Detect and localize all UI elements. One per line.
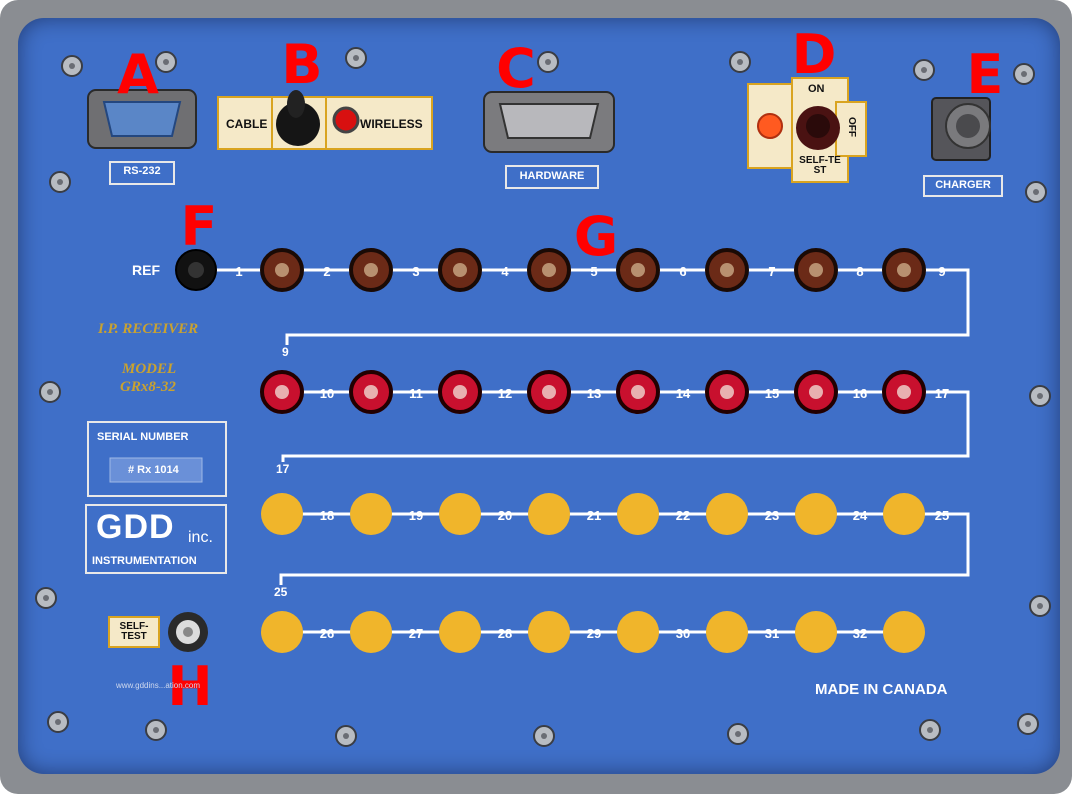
pad-label-19: 19 xyxy=(408,508,424,523)
instrumentation-label: INSTRUMENTATION xyxy=(92,555,197,567)
power-led xyxy=(757,113,783,139)
hardware-connector xyxy=(483,91,615,153)
callout-a: A xyxy=(117,43,159,106)
pad-label-23: 23 xyxy=(764,508,780,523)
pad-label-27: 27 xyxy=(408,626,424,641)
self-test-button-label: SELF-TEST xyxy=(108,616,160,648)
pad-24[interactable] xyxy=(795,493,837,535)
pad-label-24: 24 xyxy=(852,508,868,523)
jack-label-12: 12 xyxy=(497,386,513,401)
pad-18[interactable] xyxy=(261,493,303,535)
jack-label-13: 13 xyxy=(586,386,602,401)
pad-27[interactable] xyxy=(350,611,392,653)
pad-23[interactable] xyxy=(706,493,748,535)
callout-e: E xyxy=(966,43,1004,106)
jack-label-17: 17 xyxy=(934,386,950,401)
callout-c: C xyxy=(496,37,536,100)
jack-label-2: 2 xyxy=(323,264,331,279)
pad-28[interactable] xyxy=(439,611,481,653)
pad-label-18: 18 xyxy=(319,508,335,523)
jack-label-1: 1 xyxy=(235,264,243,279)
pad-label-26: 26 xyxy=(319,626,335,641)
on-label: ON xyxy=(808,83,825,95)
pad-20[interactable] xyxy=(439,493,481,535)
pad-label-32: 32 xyxy=(852,626,868,641)
pad-label-21: 21 xyxy=(586,508,602,523)
pad-end[interactable] xyxy=(883,611,925,653)
pad-30[interactable] xyxy=(617,611,659,653)
callout-f: F xyxy=(180,195,218,258)
pad-label-20: 20 xyxy=(497,508,513,523)
pad-label-22: 22 xyxy=(675,508,691,523)
callout-g: G xyxy=(573,205,619,268)
pad-21[interactable] xyxy=(528,493,570,535)
jack-label-9: 9 xyxy=(938,264,946,279)
pad-26[interactable] xyxy=(261,611,303,653)
jack-label-10: 10 xyxy=(319,386,335,401)
receiver-photo: A B C D E F G H RS-232 HARDWARE CHARGER … xyxy=(0,0,1072,794)
row3-start-label: 17 xyxy=(276,462,290,476)
pad-32[interactable] xyxy=(795,611,837,653)
ref-label: REF xyxy=(132,262,160,278)
charger-connector xyxy=(931,97,991,161)
website-url: www.gddins...ation.com xyxy=(116,681,201,690)
pad-19[interactable] xyxy=(350,493,392,535)
wiring-lines xyxy=(198,268,970,634)
jack-array xyxy=(175,248,926,653)
wireless-label: WIRELESS xyxy=(360,117,423,131)
self-test-switch-label: SELF-TEST xyxy=(799,155,841,176)
jack-label-11: 11 xyxy=(409,386,423,401)
receiver-label: I.P. RECEIVER xyxy=(98,321,199,337)
jack-label-8: 8 xyxy=(856,264,864,279)
jack-label-16: 16 xyxy=(852,386,868,401)
model-number: GRx8-32 xyxy=(120,379,176,395)
pad-25[interactable] xyxy=(883,493,925,535)
row2-start-label: 9 xyxy=(282,345,289,359)
serial-number-value: # Rx 1014 xyxy=(128,464,179,476)
jack-label-4: 4 xyxy=(501,264,509,279)
gdd-logo: GDD xyxy=(96,508,175,546)
pad-label-29: 29 xyxy=(586,626,602,641)
jack-label-7: 7 xyxy=(768,264,776,279)
jack-label-3: 3 xyxy=(412,264,420,279)
pad-22[interactable] xyxy=(617,493,659,535)
callout-d: D xyxy=(791,23,837,86)
jack-label-5: 5 xyxy=(590,264,598,279)
pad-31[interactable] xyxy=(706,611,748,653)
cable-label: CABLE xyxy=(226,117,268,131)
pad-label-25: 25 xyxy=(934,508,950,523)
jack-label-15: 15 xyxy=(764,386,780,401)
pad-label-30: 30 xyxy=(675,626,691,641)
model-label: MODEL xyxy=(122,361,177,377)
made-in-canada: MADE IN CANADA xyxy=(815,681,948,698)
row4-start-label: 25 xyxy=(274,585,288,599)
panel-graphics xyxy=(35,47,1051,747)
hardware-label: HARDWARE xyxy=(519,170,585,182)
charger-label: CHARGER xyxy=(935,179,991,191)
gdd-logo-suffix: inc. xyxy=(188,529,213,546)
pad-label-28: 28 xyxy=(497,626,513,641)
off-label: OFF xyxy=(846,117,857,137)
callout-b: B xyxy=(281,33,323,96)
wireless-indicator-led xyxy=(332,106,360,134)
pad-29[interactable] xyxy=(528,611,570,653)
pad-label-31: 31 xyxy=(764,626,780,641)
serial-number-label: SERIAL NUMBER xyxy=(97,431,189,443)
jack-label-14: 14 xyxy=(675,386,691,401)
rs232-label: RS-232 xyxy=(123,165,161,177)
jack-label-6: 6 xyxy=(679,264,687,279)
